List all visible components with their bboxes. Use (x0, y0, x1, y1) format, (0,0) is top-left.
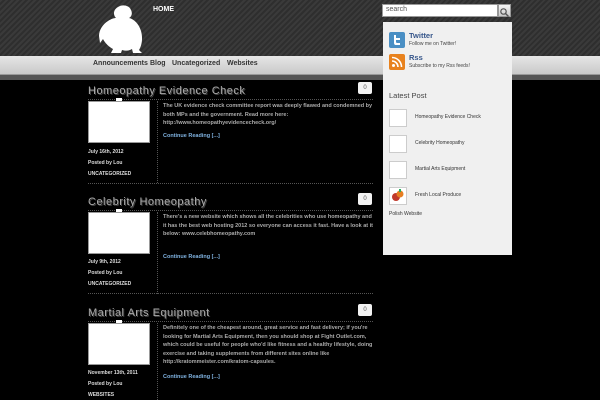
latest-post-thumbnail (389, 109, 407, 127)
latest-post-item[interactable]: Fresh Local Produce (389, 187, 509, 207)
twitter-description: Follow me on Twitter! (409, 41, 457, 47)
continue-reading-link[interactable]: Continue Reading [...] (163, 254, 220, 260)
produce-thumbnail-icon (392, 189, 404, 201)
post-title[interactable]: Martial Arts Equipment (88, 307, 210, 319)
title-divider (88, 321, 373, 322)
twitter-link[interactable]: Twitter Follow me on Twitter! (389, 30, 509, 52)
post-thumbnail[interactable] (88, 101, 150, 143)
twitter-label: Twitter (409, 31, 434, 40)
post-author: Posted by Lou (88, 381, 123, 387)
post-title[interactable]: Homeopathy Evidence Check (88, 85, 245, 97)
latest-post-heading: Latest Post (389, 91, 427, 100)
meta-divider (157, 101, 158, 183)
latest-post-item[interactable]: Martial Arts Equipment (389, 161, 509, 181)
latest-post-thumbnail (389, 161, 407, 179)
search-icon (500, 8, 509, 17)
meta-divider (157, 212, 158, 294)
continue-reading-link[interactable]: Continue Reading [...] (163, 133, 220, 139)
nav-home-link[interactable]: HOME (153, 6, 174, 13)
post-thumbnail[interactable] (88, 323, 150, 365)
post-separator (88, 183, 373, 184)
menu-item-websites[interactable]: Websites (227, 60, 258, 67)
post-2: Celebrity Homeopathy 0 July 9th, 2012 Po… (88, 193, 378, 296)
rss-link[interactable]: Rss Subscribe to my Rss feeds! (389, 52, 509, 74)
post-date: July 16th, 2012 (88, 149, 124, 155)
search-input[interactable]: search (382, 4, 498, 17)
post-1: Homeopathy Evidence Check 0 July 16th, 2… (88, 82, 378, 185)
post-date: November 13th, 2011 (88, 370, 138, 376)
latest-post-label[interactable]: Fresh Local Produce (415, 192, 461, 198)
polish-website-link[interactable]: Polish Website (389, 211, 422, 217)
gorilla-logo-icon[interactable] (96, 3, 146, 55)
comment-count-badge[interactable]: 0 (358, 82, 372, 94)
comment-count-badge[interactable]: 0 (358, 304, 372, 316)
post-thumbnail[interactable] (88, 212, 150, 254)
continue-reading-link[interactable]: Continue Reading [...] (163, 374, 220, 380)
search-button[interactable] (498, 4, 511, 17)
post-date: July 9th, 2012 (88, 259, 121, 265)
title-divider (88, 210, 373, 211)
latest-post-label[interactable]: Celebrity Homeopathy (415, 140, 464, 146)
post-3: Martial Arts Equipment 0 November 13th, … (88, 304, 378, 400)
latest-post-label[interactable]: Homeopathy Evidence Check (415, 114, 481, 120)
meta-divider (157, 323, 158, 400)
menu-item-uncategorized[interactable]: Uncategorized (172, 60, 220, 67)
post-excerpt: The UK evidence check committee report w… (163, 103, 373, 126)
menu-item-blog[interactable]: Blog (150, 60, 166, 67)
post-author: Posted by Lou (88, 160, 123, 166)
title-divider (88, 99, 373, 100)
post-title[interactable]: Celebrity Homeopathy (88, 196, 207, 208)
rss-label: Rss (409, 53, 423, 62)
post-excerpt: Definitely one of the cheapest around, g… (163, 325, 373, 365)
menu-item-announcements[interactable]: Announcements (93, 60, 148, 67)
rss-icon (389, 54, 405, 70)
latest-post-label[interactable]: Martial Arts Equipment (415, 166, 465, 172)
latest-post-item[interactable]: Homeopathy Evidence Check (389, 109, 509, 129)
post-separator (88, 293, 373, 294)
twitter-icon (389, 32, 405, 48)
post-category[interactable]: UNCATEGORIZED (88, 281, 131, 287)
post-excerpt: There's a new website which shows all th… (163, 214, 373, 237)
post-category[interactable]: WEBSITES (88, 392, 114, 398)
comment-count-badge[interactable]: 0 (358, 193, 372, 205)
latest-post-item[interactable]: Celebrity Homeopathy (389, 135, 509, 155)
latest-post-thumbnail (389, 135, 407, 153)
sidebar: Twitter Follow me on Twitter! Rss Subscr… (383, 22, 512, 255)
latest-post-thumbnail (389, 187, 407, 205)
rss-description: Subscribe to my Rss feeds! (409, 63, 470, 69)
post-author: Posted by Lou (88, 270, 123, 276)
post-category[interactable]: UNCATEGORIZED (88, 171, 131, 177)
